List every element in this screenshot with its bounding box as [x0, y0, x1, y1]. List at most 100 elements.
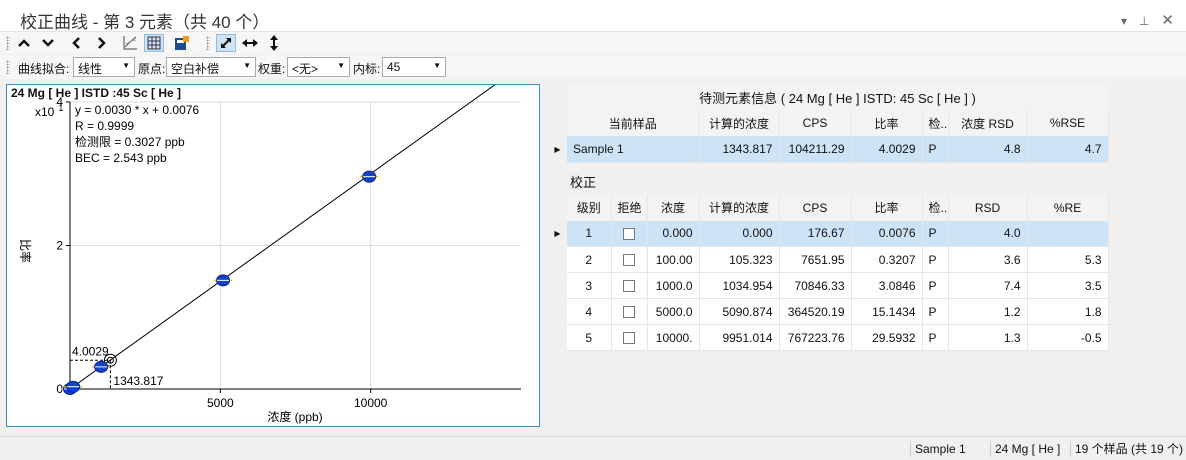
cell-calc-conc[interactable]: 0.000 [699, 220, 780, 247]
vertical-resize-icon[interactable] [264, 34, 284, 52]
header-rse[interactable]: %RSE [1027, 110, 1109, 136]
table-row[interactable]: ▶ Sample 1 1343.817 104211.29 4.0029 P 4… [548, 136, 1109, 163]
reject-checkbox[interactable] [611, 220, 648, 247]
cell-rsd[interactable]: 1.2 [948, 298, 1028, 325]
header-reject[interactable]: 拒绝 [611, 194, 648, 221]
cell-cps[interactable]: 767223.76 [779, 324, 852, 351]
header-rsd[interactable]: RSD [948, 194, 1028, 221]
cell-conc[interactable]: 0.000 [647, 220, 700, 247]
reject-checkbox[interactable] [611, 324, 648, 351]
istd-select[interactable]: 45 ▼ [382, 57, 446, 77]
header-conc[interactable]: 浓度 [647, 194, 700, 221]
cell-check[interactable]: P [922, 246, 949, 273]
cell-rse[interactable]: 4.7 [1027, 136, 1109, 163]
cell-calc-conc[interactable]: 105.323 [699, 246, 780, 273]
cell-ratio[interactable]: 15.1434 [851, 298, 923, 325]
checkbox[interactable] [623, 254, 635, 267]
header-cps[interactable]: CPS [779, 110, 852, 136]
cell-re[interactable]: 3.5 [1027, 272, 1109, 299]
cell-cps[interactable]: 364520.19 [779, 298, 852, 325]
cell-ratio[interactable]: 3.0846 [851, 272, 923, 299]
fit-select[interactable]: 线性 ▼ [73, 57, 135, 77]
cell-conc[interactable]: 1000.0 [647, 272, 700, 299]
cell-conc[interactable]: 10000. [647, 324, 700, 351]
origin-select[interactable]: 空白补偿 ▼ [166, 57, 256, 77]
checkbox[interactable] [623, 228, 635, 241]
header-level[interactable]: 级别 [567, 194, 612, 221]
calibration-chart[interactable]: x10 1 比率 浓度 (ppb) 024 5000 10000 4.0029134… [7, 85, 539, 426]
cell-calc-conc[interactable]: 5090.874 [699, 298, 780, 325]
cell-level[interactable]: 3 [567, 272, 612, 299]
cell-calc-conc[interactable]: 1034.954 [699, 272, 780, 299]
grid-table-icon[interactable] [144, 34, 164, 52]
checkbox[interactable] [623, 332, 635, 345]
cell-re[interactable]: 5.3 [1027, 246, 1109, 273]
chevron-right-icon[interactable] [92, 34, 112, 52]
header-current-sample[interactable]: 当前样品 [567, 110, 700, 136]
cell-re[interactable] [1027, 220, 1109, 247]
cell-ratio[interactable]: 0.3207 [851, 246, 923, 273]
toolbar-grip-2[interactable] [206, 36, 210, 50]
cell-level[interactable]: 1 [567, 220, 612, 247]
cell-re[interactable]: -0.5 [1027, 324, 1109, 351]
chevron-left-icon[interactable] [66, 34, 86, 52]
cell-rsd[interactable]: 3.6 [948, 246, 1028, 273]
table-row[interactable]: ▶ 1 0.000 0.000 176.67 0.0076 P 4.0 [548, 220, 1109, 247]
header-calc-conc[interactable]: 计算的浓度 [699, 194, 780, 221]
toolbar-grip[interactable] [6, 36, 10, 50]
cell-check[interactable]: P [922, 272, 949, 299]
header-cps[interactable]: CPS [779, 194, 852, 221]
cell-conc-rsd[interactable]: 4.8 [948, 136, 1028, 163]
reject-checkbox[interactable] [611, 298, 648, 325]
table-row[interactable]: 3 1000.0 1034.954 70846.33 3.0846 P 7.4 3.5 [548, 272, 1109, 299]
cell-check[interactable]: P [922, 298, 949, 325]
cell-conc[interactable]: 100.00 [647, 246, 700, 273]
chevron-down-icon[interactable] [38, 34, 58, 52]
cell-rsd[interactable]: 4.0 [948, 220, 1028, 247]
cell-level[interactable]: 2 [567, 246, 612, 273]
table-row[interactable]: 4 5000.0 5090.874 364520.19 15.1434 P 1.2 1.8 [548, 298, 1109, 325]
fit-expand-icon[interactable] [216, 34, 236, 52]
header-re[interactable]: %RE [1027, 194, 1109, 221]
header-conc-rsd[interactable]: 浓度 RSD [948, 110, 1028, 136]
header-ratio[interactable]: 比率 [851, 194, 923, 221]
cell-check[interactable]: P [922, 324, 949, 351]
cell-ratio[interactable]: 4.0029 [851, 136, 923, 163]
pin-icon[interactable]: ⊥ [1139, 14, 1149, 29]
cell-calc-conc[interactable]: 1343.817 [699, 136, 780, 163]
cell-ratio[interactable]: 29.5932 [851, 324, 923, 351]
cell-cps[interactable]: 7651.95 [779, 246, 852, 273]
chart-axes-icon[interactable] [120, 34, 140, 52]
reject-checkbox[interactable] [611, 246, 648, 273]
cell-calc-conc[interactable]: 9951.014 [699, 324, 780, 351]
dropdown-menu-icon[interactable]: ▾ [1121, 14, 1127, 29]
cell-ratio[interactable]: 0.0076 [851, 220, 923, 247]
cell-check[interactable]: P [922, 136, 949, 163]
header-check[interactable]: 检... [922, 194, 949, 221]
weight-select[interactable]: <无> ▼ [287, 57, 350, 77]
header-check[interactable]: 检... [922, 110, 949, 136]
header-ratio[interactable]: 比率 [851, 110, 923, 136]
cell-level[interactable]: 4 [567, 298, 612, 325]
table-row[interactable]: 5 10000. 9951.014 767223.76 29.5932 P 1.3 -0.5 [548, 324, 1109, 351]
header-calc-conc[interactable]: 计算的浓度 [699, 110, 780, 136]
checkbox[interactable] [623, 280, 635, 293]
calibration-point[interactable] [360, 170, 379, 183]
table-row[interactable]: 2 100.00 105.323 7651.95 0.3207 P 3.6 5.3 [548, 246, 1109, 273]
options-grip[interactable] [6, 60, 10, 74]
cell-check[interactable]: P [922, 220, 949, 247]
cell-cps[interactable]: 70846.33 [779, 272, 852, 299]
calibration-chart-panel[interactable]: 24 Mg [ He ] ISTD :45 Sc [ He ] x10 1 比率 … [6, 84, 540, 427]
horizontal-resize-icon[interactable] [240, 34, 260, 52]
cell-conc[interactable]: 5000.0 [647, 298, 700, 325]
cell-cps[interactable]: 176.67 [779, 220, 852, 247]
cell-level[interactable]: 5 [567, 324, 612, 351]
cell-rsd[interactable]: 7.4 [948, 272, 1028, 299]
close-icon[interactable]: ✕ [1161, 11, 1174, 29]
cell-re[interactable]: 1.8 [1027, 298, 1109, 325]
chevron-up-icon[interactable] [14, 34, 34, 52]
reject-checkbox[interactable] [611, 272, 648, 299]
cell-sample[interactable]: Sample 1 [567, 136, 700, 163]
checkbox[interactable] [623, 306, 635, 319]
cell-cps[interactable]: 104211.29 [779, 136, 852, 163]
